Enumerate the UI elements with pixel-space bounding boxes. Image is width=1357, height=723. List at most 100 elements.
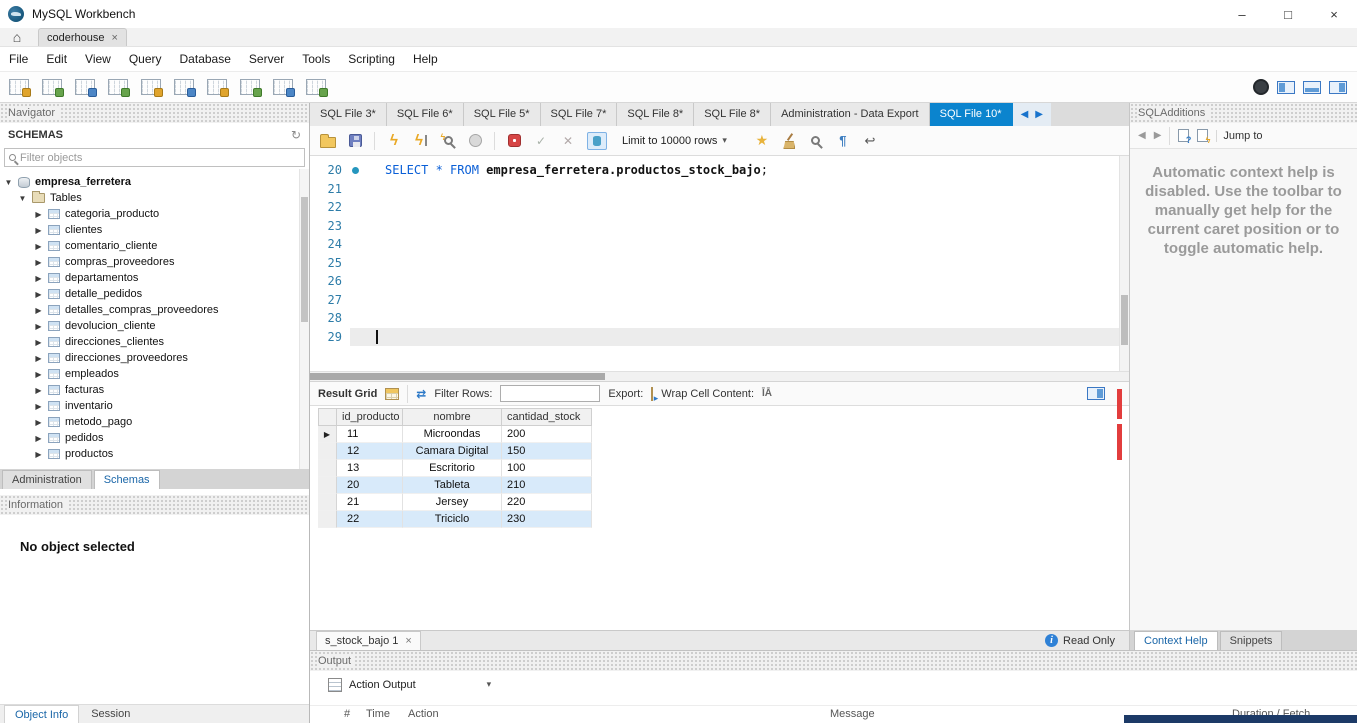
find-icon[interactable] [811,136,821,145]
menu-item-edit[interactable]: Edit [37,47,76,72]
open-sql-script-icon[interactable] [42,79,64,97]
clear-query-icon[interactable] [781,133,796,148]
reconnect-server-icon[interactable] [306,79,328,97]
tree-item-table[interactable]: ▶ productos [0,446,309,462]
code-line[interactable] [350,327,1129,346]
result-cell[interactable]: Escritorio [403,460,502,477]
tab-session[interactable]: Session [81,705,140,723]
close-button[interactable]: × [1311,0,1357,28]
sql-file-tab[interactable]: SQL File 3* [310,103,387,126]
expand-arrow-icon[interactable]: ▶ [34,434,43,443]
toggle-result-panel-icon[interactable] [1087,387,1105,400]
editor-line[interactable]: 28 [310,309,1129,328]
editor-line[interactable]: 29 [310,327,1129,346]
tree-item-schema[interactable]: ▼ empresa_ferretera [0,174,309,190]
code-line[interactable] [350,309,1129,328]
tree-item-table[interactable]: ▶ inventario [0,398,309,414]
expand-arrow-icon[interactable]: ▶ [34,450,43,459]
tree-item-table[interactable]: ▶ compras_proveedores [0,254,309,270]
menu-item-view[interactable]: View [76,47,120,72]
expand-arrow-icon[interactable]: ▶ [34,210,43,219]
result-row[interactable]: 20 Tableta 210 [318,477,592,494]
result-cell[interactable]: 11 [337,426,403,443]
result-cell[interactable]: Jersey [403,494,502,511]
commit-icon[interactable]: ✓ [533,134,549,148]
result-cell[interactable]: 13 [337,460,403,477]
maximize-button[interactable]: □ [1265,0,1311,28]
result-cell[interactable]: Microondas [403,426,502,443]
connection-options-icon[interactable] [75,79,97,97]
show-invisibles-icon[interactable]: ¶ [835,133,851,148]
help-back-icon[interactable]: ◀ [1138,130,1146,141]
stop-query-icon[interactable] [468,134,482,147]
editor-line[interactable]: 22 [310,198,1129,217]
open-script-icon[interactable] [320,133,336,148]
result-row[interactable]: 21 Jersey 220 [318,494,592,511]
result-cell[interactable]: 210 [502,477,592,494]
result-row[interactable]: 22 Triciclo 230 [318,511,592,528]
tree-item-table[interactable]: ▶ direcciones_proveedores [0,350,309,366]
collapse-arrow-icon[interactable]: ▼ [18,194,27,203]
sql-file-tab[interactable]: SQL File 8* [617,103,695,126]
sql-file-tab[interactable]: SQL File 10* [929,103,1013,126]
menu-item-file[interactable]: File [0,47,37,72]
chevron-down-icon[interactable]: ▾ [487,679,492,690]
explain-plan-icon[interactable] [441,132,453,145]
tab-context-help[interactable]: Context Help [1134,631,1218,650]
sql-file-tab[interactable]: SQL File 8* [694,103,772,126]
tree-item-table[interactable]: ▶ pedidos [0,430,309,446]
row-selector[interactable] [318,443,337,460]
result-cell[interactable]: 20 [337,477,403,494]
sql-code-editor[interactable]: 20 SELECT * FROM empresa_ferretera.produc… [310,156,1129,371]
result-cell[interactable]: 100 [502,460,592,477]
expand-arrow-icon[interactable]: ▶ [34,226,43,235]
code-line[interactable] [350,254,1129,273]
tree-item-tables-folder[interactable]: ▼ Tables [0,190,309,206]
toggle-automatic-help-icon[interactable] [1197,129,1210,145]
menu-item-scripting[interactable]: Scripting [339,47,404,72]
tree-item-table[interactable]: ▶ detalles_compras_proveedores [0,302,309,318]
expand-arrow-icon[interactable]: ▶ [34,386,43,395]
editor-line[interactable]: 23 [310,217,1129,236]
sql-file-tab[interactable]: SQL File 6* [386,103,464,126]
new-sql-tab-icon[interactable] [9,79,31,97]
expand-arrow-icon[interactable]: ▶ [34,306,43,315]
execute-current-statement-icon[interactable]: ϟ [413,133,429,148]
row-selector[interactable] [318,460,337,477]
create-view-icon[interactable] [174,79,196,97]
minimize-button[interactable]: – [1219,0,1265,28]
tree-item-table[interactable]: ▶ metodo_pago [0,414,309,430]
tree-item-table[interactable]: ▶ departamentos [0,270,309,286]
editor-scrollbar-thumb[interactable] [1121,295,1128,345]
expand-arrow-icon[interactable]: ▶ [34,274,43,283]
code-line[interactable] [350,180,1129,199]
create-function-icon[interactable] [240,79,262,97]
row-selector[interactable]: ▶ [318,426,337,443]
result-cell[interactable]: 200 [502,426,592,443]
editor-line[interactable]: 20 SELECT * FROM empresa_ferretera.produc… [310,161,1129,180]
result-cell[interactable]: 220 [502,494,592,511]
code-line[interactable]: SELECT * FROM empresa_ferretera.producto… [359,161,1129,180]
tree-item-table[interactable]: ▶ comentario_cliente [0,238,309,254]
menu-item-server[interactable]: Server [240,47,293,72]
limit-rows-dropdown[interactable]: Limit to 10000 rows ▾ [618,133,731,149]
toggle-output-area-icon[interactable] [1303,80,1321,94]
create-schema-icon[interactable] [108,79,130,97]
menu-item-help[interactable]: Help [404,47,447,72]
manual-context-help-icon[interactable] [1178,129,1191,145]
help-forward-icon[interactable]: ▶ [1154,130,1162,141]
tab-close-icon[interactable]: × [112,32,118,44]
beautify-script-icon[interactable]: ★ [754,132,770,149]
expand-arrow-icon[interactable]: ▶ [34,338,43,347]
menu-item-database[interactable]: Database [171,47,240,72]
code-line[interactable] [350,291,1129,310]
create-table-icon[interactable] [141,79,163,97]
save-script-icon[interactable] [348,134,362,147]
expand-arrow-icon[interactable]: ▶ [34,258,43,267]
tab-administration[interactable]: Administration [2,470,92,489]
grid-view-icon[interactable] [385,387,400,400]
tree-item-table[interactable]: ▶ direcciones_clientes [0,334,309,350]
home-tab-icon[interactable]: ⌂ [4,27,30,46]
result-cell[interactable]: Triciclo [403,511,502,528]
editor-line[interactable]: 24 [310,235,1129,254]
